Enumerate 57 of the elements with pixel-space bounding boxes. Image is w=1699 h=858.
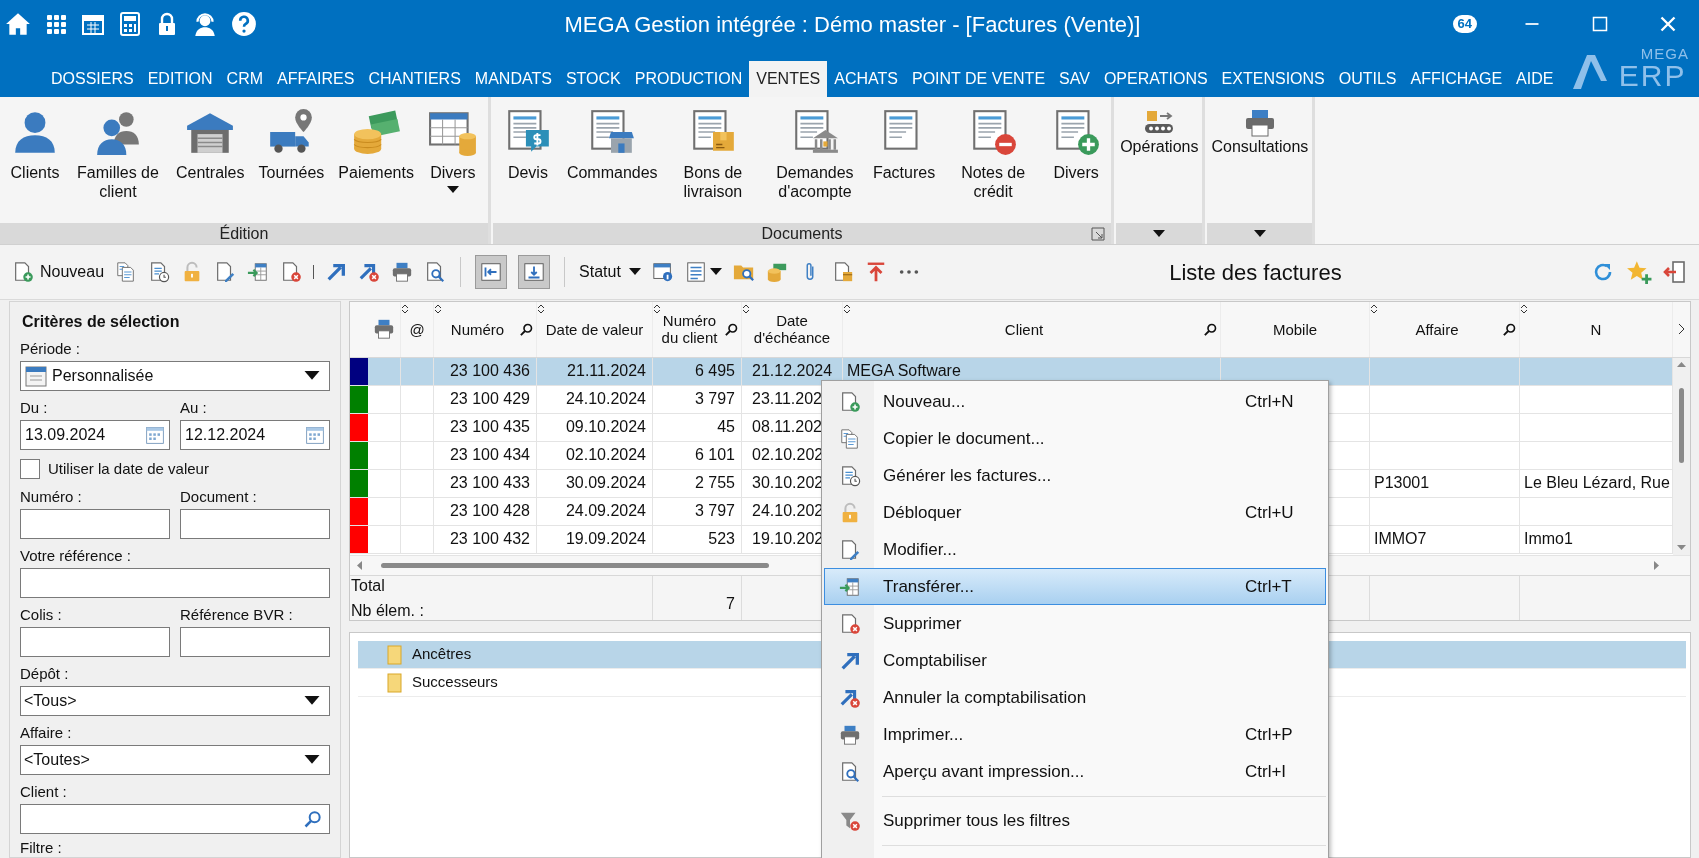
field-label: Document :: [180, 487, 258, 507]
field-label: Référence BVR :: [180, 605, 294, 625]
panel-title: Critères de sélection: [21, 312, 181, 332]
table-cell-text: 24.10.2024: [565, 389, 646, 410]
group-label: Édition: [219, 223, 269, 244]
table-cell-text: 523: [708, 529, 735, 550]
field-label: Client :: [20, 782, 68, 802]
field-label: Du :: [20, 398, 49, 418]
table-cell-text: MEGA Software: [847, 361, 961, 382]
table-cell-text: 6 101: [694, 445, 735, 466]
version-badge: 64: [1452, 15, 1477, 33]
checkbox-label: Utiliser la date de valeur: [48, 458, 209, 479]
table-cell-text: 23 100 433: [449, 473, 530, 494]
table-cell-text: 02.10.2024: [565, 445, 646, 466]
total-label: Total: [351, 576, 386, 595]
table-cell-text: 19.10.202: [752, 529, 824, 550]
table-cell-text: 3 797: [694, 501, 735, 522]
field-label: Votre référence :: [20, 546, 132, 566]
table-cell-text: 3 797: [694, 389, 735, 410]
table-cell-text: P13001: [1374, 473, 1430, 494]
field-label: Période :: [20, 339, 82, 359]
count-value: 7: [726, 594, 735, 614]
table-cell-text: 24.09.2024: [565, 501, 646, 522]
table-cell-text: 21.12.2024: [752, 361, 833, 382]
field-label: Affaire :: [20, 723, 73, 743]
field-label: Filtre :: [20, 838, 63, 857]
field-label: Colis :: [20, 605, 63, 625]
table-cell-text: 23 100 436: [449, 361, 530, 382]
table-cell-text: 09.10.2024: [565, 417, 646, 438]
table-cell-text: 30.10.202: [752, 473, 824, 494]
table-cell-text: 02.10.202: [752, 445, 824, 466]
logo-text: ERP: [1618, 61, 1687, 91]
table-cell-text: 23 100 428: [449, 501, 530, 522]
table-cell-text: 24.10.202: [752, 501, 824, 522]
table-cell-text: 21.11.2024: [567, 361, 646, 382]
field-label: Numéro :: [20, 487, 83, 507]
field-label: Dépôt :: [20, 664, 70, 684]
field-label: Au :: [180, 398, 208, 418]
table-cell-text: 23 100 435: [449, 417, 530, 438]
window-title: MEGA Gestion intégrée : Démo master - [Factures (Vente)]: [563, 10, 1142, 39]
list-title: Liste des factures: [1169, 258, 1342, 287]
count-label: Nb élem. :: [351, 601, 425, 620]
table-cell-text: Le Bleu Lézard, Rue: [1524, 473, 1670, 494]
table-cell-text: 23.11.202: [752, 389, 822, 410]
table-cell-text: 23 100 432: [449, 529, 530, 550]
group-label: Documents: [761, 223, 843, 244]
table-cell-text: Immo1: [1524, 529, 1573, 550]
table-cell-text: 30.09.2024: [565, 473, 646, 494]
table-cell-text: 2 755: [694, 473, 735, 494]
logo-text: MEGA: [1639, 46, 1689, 61]
table-cell-text: 19.09.2024: [565, 529, 646, 550]
table-cell-text: 23 100 429: [449, 389, 530, 410]
table-cell-text: 45: [717, 417, 735, 438]
table-cell-text: 08.11.202: [752, 417, 822, 438]
table-cell-text: 23 100 434: [449, 445, 530, 466]
table-cell-text: 6 495: [694, 361, 735, 382]
table-cell-text: IMMO7: [1374, 529, 1427, 550]
